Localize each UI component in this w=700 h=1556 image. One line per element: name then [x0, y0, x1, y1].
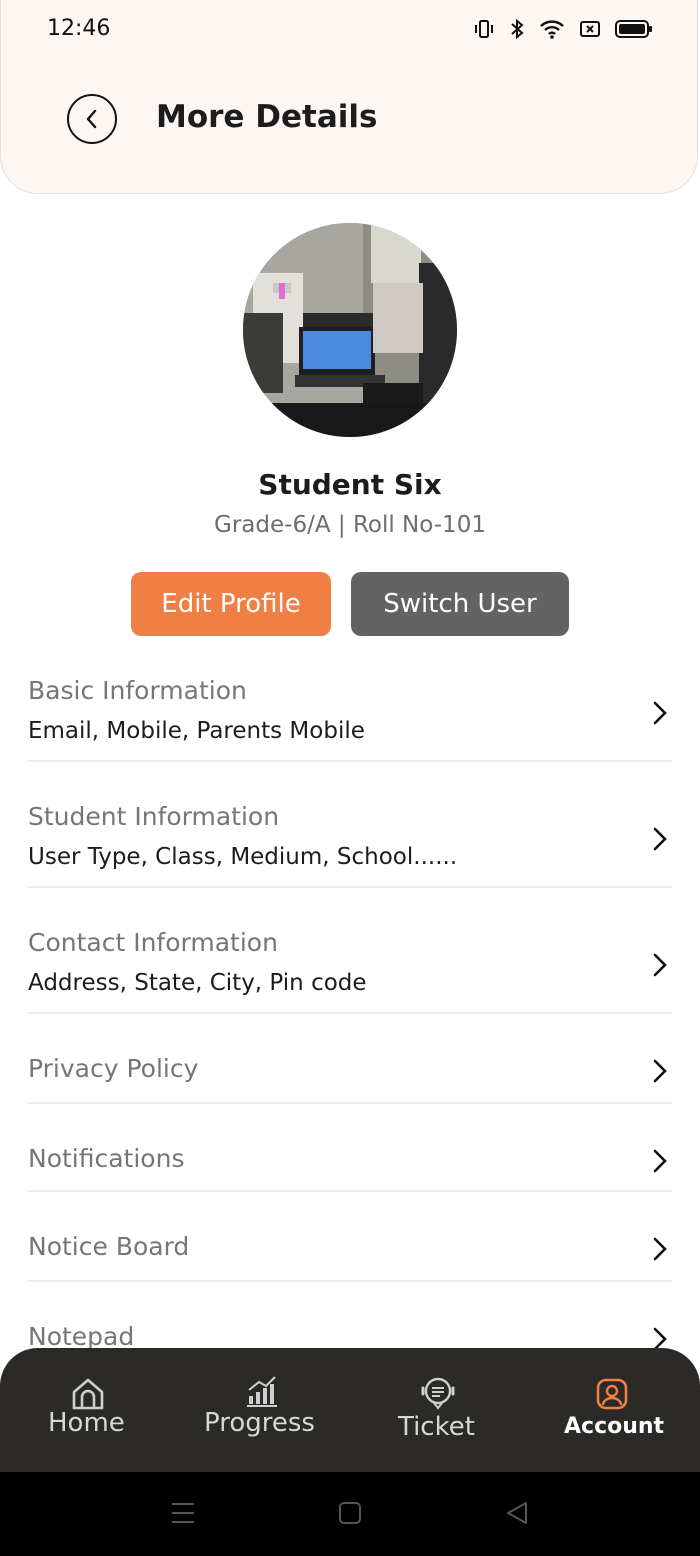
- menu-title: Notepad: [28, 1322, 135, 1351]
- wifi-icon: [540, 20, 564, 39]
- battery-icon: [615, 20, 652, 38]
- bluetooth-icon: [511, 18, 524, 40]
- menu-basic-information[interactable]: Basic Information Email, Mobile, Parents…: [28, 666, 672, 762]
- menu-title: Notice Board: [28, 1232, 190, 1261]
- menu-notice-board[interactable]: Notice Board: [28, 1216, 672, 1282]
- header: 12:46 More Details: [0, 0, 698, 194]
- menu-title: Contact Information: [28, 928, 278, 957]
- student-grade-roll: Grade-6/A | Roll No-101: [214, 512, 486, 538]
- vibrate-icon: [475, 20, 493, 38]
- ticket-icon: [421, 1377, 455, 1410]
- nav-label: Account: [564, 1414, 665, 1439]
- edit-profile-button[interactable]: Edit Profile: [131, 572, 331, 636]
- chevron-right-icon: [653, 827, 667, 851]
- menu-title: Privacy Policy: [28, 1054, 199, 1083]
- chevron-right-icon: [653, 701, 667, 725]
- avatar-photo: [243, 223, 457, 437]
- menu-title: Student Information: [28, 802, 280, 831]
- menu-icon[interactable]: [170, 1500, 196, 1526]
- menu-contact-information[interactable]: Contact Information Address, State, City…: [28, 918, 672, 1014]
- menu-title: Notifications: [28, 1144, 185, 1173]
- nav-home[interactable]: Home: [38, 1348, 138, 1472]
- menu-title: Basic Information: [28, 676, 247, 705]
- back-triangle-icon[interactable]: [504, 1500, 530, 1526]
- switch-user-button[interactable]: Switch User: [351, 572, 569, 636]
- nav-label: Progress: [204, 1408, 315, 1438]
- bottom-nav: Home Progress Ticket Account: [0, 1348, 700, 1472]
- status-time: 12:46: [47, 16, 111, 41]
- home-icon: [72, 1378, 104, 1410]
- nav-label: Ticket: [398, 1412, 475, 1442]
- menu-subtitle: User Type, Class, Medium, School......: [28, 844, 458, 870]
- progress-icon: [247, 1376, 277, 1407]
- nav-label: Home: [48, 1408, 125, 1438]
- account-icon: [596, 1378, 628, 1410]
- avatar[interactable]: [243, 223, 457, 437]
- nav-ticket[interactable]: Ticket: [394, 1348, 484, 1472]
- student-name: Student Six: [258, 468, 442, 501]
- status-icons: [473, 18, 653, 40]
- menu-student-information[interactable]: Student Information User Type, Class, Me…: [28, 792, 672, 888]
- menu-subtitle: Email, Mobile, Parents Mobile: [28, 718, 365, 744]
- chevron-right-icon: [653, 1059, 667, 1083]
- chevron-right-icon: [653, 953, 667, 977]
- chevron-left-icon: [86, 109, 97, 129]
- menu-privacy-policy[interactable]: Privacy Policy: [28, 1038, 672, 1104]
- sim-off-icon: [580, 21, 600, 37]
- menu-notifications[interactable]: Notifications: [28, 1126, 672, 1192]
- back-button[interactable]: [67, 94, 117, 144]
- home-square-icon[interactable]: [338, 1500, 362, 1526]
- menu-subtitle: Address, State, City, Pin code: [28, 970, 367, 996]
- system-nav-bar: [0, 1472, 700, 1556]
- chevron-right-icon: [653, 1237, 667, 1261]
- nav-progress[interactable]: Progress: [200, 1348, 324, 1472]
- page-title: More Details: [156, 99, 378, 135]
- nav-account[interactable]: Account: [560, 1348, 670, 1472]
- chevron-right-icon: [653, 1149, 667, 1173]
